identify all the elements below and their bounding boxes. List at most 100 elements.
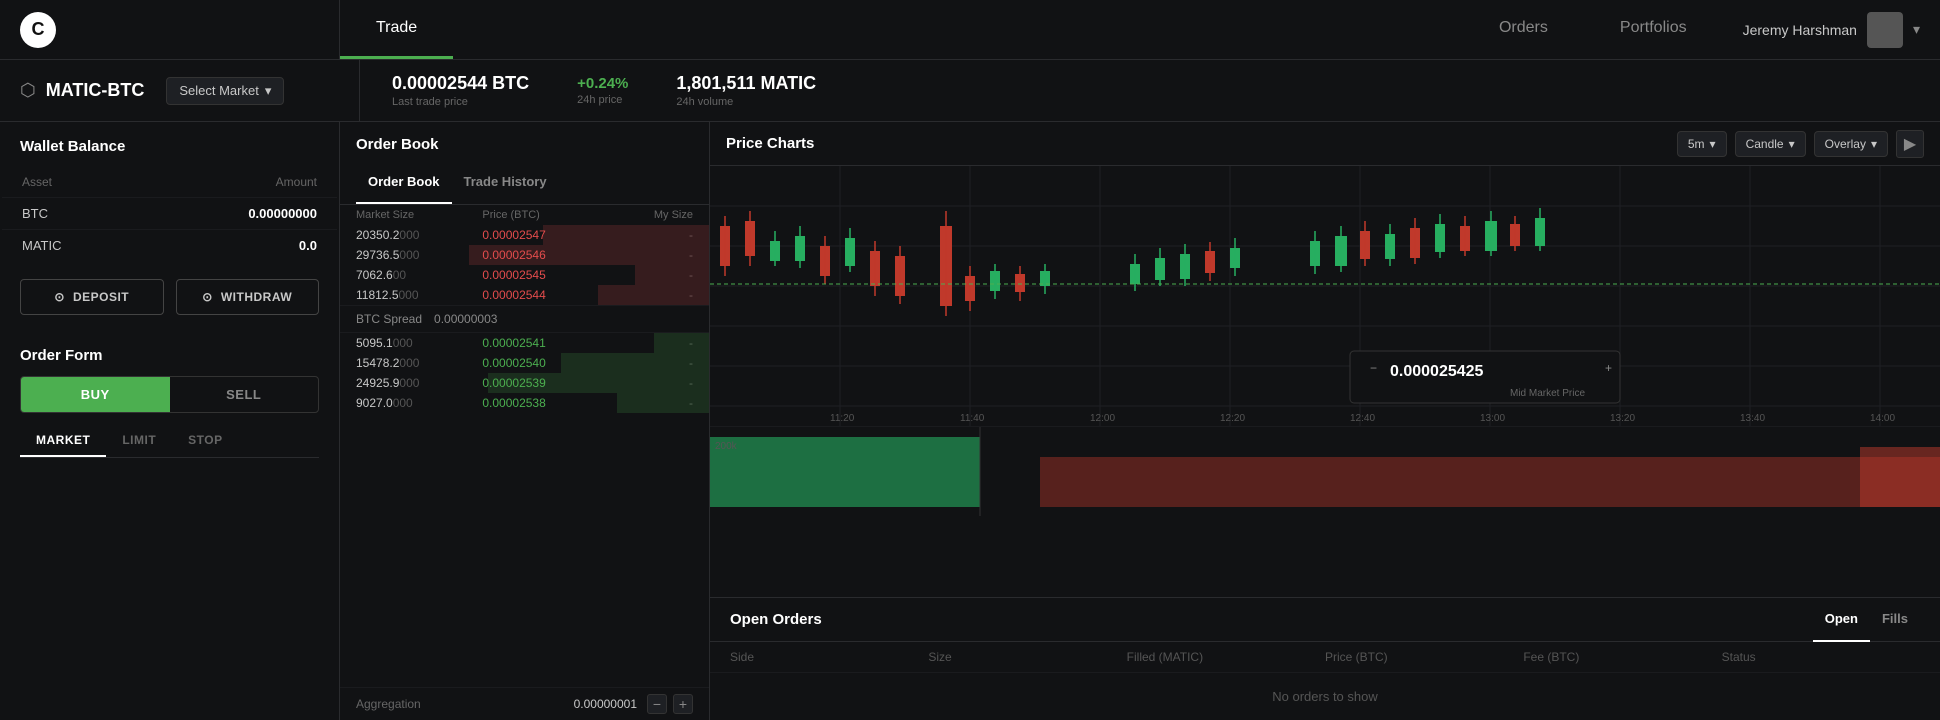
order-type-stop[interactable]: STOP	[172, 425, 238, 457]
order-type-market[interactable]: MARKET	[20, 425, 106, 457]
withdraw-icon: ⊙	[202, 290, 213, 304]
buy-tab[interactable]: BUY	[21, 377, 170, 412]
order-type-tabs: MARKET LIMIT STOP	[20, 425, 319, 458]
spread-value: 0.00000003	[434, 312, 497, 326]
asset-amount-btc: 0.00000000	[170, 206, 318, 221]
svg-text:0.000025425: 0.000025425	[1390, 363, 1484, 380]
select-market-button[interactable]: Select Market ▾	[166, 77, 284, 105]
order-book-title: Order Book	[340, 122, 709, 161]
svg-text:12:40: 12:40	[1350, 413, 1375, 424]
volume-area: 200k 200k	[710, 426, 1940, 516]
bid-row-2[interactable]: 24925.9000 0.00002539 -	[340, 373, 709, 393]
bid-price-0: 0.00002541	[482, 336, 608, 350]
market-chain-icon: ⬡	[20, 80, 36, 101]
tab-portfolios[interactable]: Portfolios	[1584, 0, 1723, 59]
select-market-label: Select Market	[179, 83, 258, 98]
candle-type-label: Candle	[1746, 137, 1784, 151]
svg-text:Mid Market Price: Mid Market Price	[1510, 388, 1585, 399]
tab-trade[interactable]: Trade	[340, 0, 453, 59]
market-logo-area: ⬡ MATIC-BTC Select Market ▾	[20, 60, 360, 121]
user-menu[interactable]: Jeremy Harshman ▾	[1743, 12, 1920, 48]
deposit-button[interactable]: ⊙ DEPOSIT	[20, 279, 164, 315]
timeframe-button[interactable]: 5m ▾	[1677, 131, 1727, 157]
orders-col-filled: Filled (MATIC)	[1127, 650, 1325, 664]
order-type-limit[interactable]: LIMIT	[106, 425, 172, 457]
ask-row-1[interactable]: 29736.5000 0.00002546 -	[340, 245, 709, 265]
volume-chart: 200k 200k	[710, 427, 1940, 516]
volume-label: 24h volume	[676, 96, 816, 108]
bid-row-3[interactable]: 9027.0000 0.00002538 -	[340, 393, 709, 413]
tab-trade-history[interactable]: Trade History	[452, 161, 559, 204]
nav-right: Jeremy Harshman ▾	[1723, 0, 1940, 59]
buy-sell-tabs: BUY SELL	[20, 376, 319, 413]
sell-tab[interactable]: SELL	[170, 377, 319, 412]
chart-header: Price Charts 5m ▾ Candle ▾ Overlay ▾ ▶	[710, 122, 1940, 166]
bid-row-1[interactable]: 15478.2000 0.00002540 -	[340, 353, 709, 373]
orders-col-side: Side	[730, 650, 928, 664]
svg-text:12:00: 12:00	[1090, 413, 1115, 424]
select-market-chevron: ▾	[265, 83, 272, 99]
market-stats: 0.00002544 BTC Last trade price +0.24% 2…	[360, 73, 816, 108]
timeframe-chevron-icon: ▾	[1710, 137, 1716, 151]
asset-row-btc: BTC 0.00000000	[2, 197, 337, 229]
bid-row-0[interactable]: 5095.1000 0.00002541 -	[340, 333, 709, 353]
spread-label: BTC Spread	[356, 312, 422, 326]
candle-chevron-icon: ▾	[1789, 137, 1795, 151]
open-orders-title: Open Orders	[730, 611, 1813, 628]
ask-row-2[interactable]: 7062.600 0.00002545 -	[340, 265, 709, 285]
wallet-balance-title: Wallet Balance	[0, 122, 339, 167]
last-trade-label: Last trade price	[392, 96, 529, 108]
bid-market-3: 9027.0000	[356, 396, 482, 410]
amount-col-header: Amount	[170, 175, 318, 189]
tab-order-book[interactable]: Order Book	[356, 161, 452, 204]
price-change-label: 24h price	[577, 94, 628, 106]
logo-icon[interactable]: C	[20, 12, 56, 48]
ask-market-3: 11812.5000	[356, 288, 482, 302]
open-orders-section: Open Orders Open Fills Side Size Filled …	[710, 597, 1940, 720]
chart-scroll-right[interactable]: ▶	[1896, 130, 1924, 158]
logo-area: C	[0, 0, 340, 59]
price-charts-title: Price Charts	[726, 135, 1669, 152]
aggregation-value: 0.00000001	[574, 697, 637, 711]
avatar	[1867, 12, 1903, 48]
aggregation-increase-button[interactable]: +	[673, 694, 693, 714]
orders-col-status: Status	[1722, 650, 1920, 664]
user-name: Jeremy Harshman	[1743, 22, 1857, 38]
candle-type-button[interactable]: Candle ▾	[1735, 131, 1806, 157]
withdraw-button[interactable]: ⊙ WITHDRAW	[176, 279, 320, 315]
orders-col-size: Size	[928, 650, 1126, 664]
tab-orders[interactable]: Orders	[1463, 0, 1584, 59]
order-book-header: Market Size Price (BTC) My Size	[340, 205, 709, 225]
ob-header-my: My Size	[609, 209, 693, 221]
timeframe-label: 5m	[1688, 137, 1705, 151]
svg-text:+: +	[1605, 361, 1612, 375]
overlay-button[interactable]: Overlay ▾	[1814, 131, 1888, 157]
ask-price-3: 0.00002544	[482, 288, 608, 302]
stat-last-trade: 0.00002544 BTC Last trade price	[392, 73, 529, 108]
ask-rows: 20350.2000 0.00002547 - 29736.5000 0.000…	[340, 225, 709, 305]
volume-value: 1,801,511 MATIC	[676, 73, 816, 94]
orders-table-header: Side Size Filled (MATIC) Price (BTC) Fee…	[710, 642, 1940, 673]
ask-price-2: 0.00002545	[482, 268, 608, 282]
stat-volume: 1,801,511 MATIC 24h volume	[676, 73, 816, 108]
withdraw-label: WITHDRAW	[221, 290, 292, 304]
svg-text:14:00: 14:00	[1870, 413, 1895, 424]
ask-market-2: 7062.600	[356, 268, 482, 282]
tab-fills[interactable]: Fills	[1870, 598, 1920, 642]
spread-row: BTC Spread 0.00000003	[340, 305, 709, 333]
tab-open[interactable]: Open	[1813, 598, 1870, 642]
order-form-title: Order Form	[20, 347, 319, 364]
orders-col-fee: Fee (BTC)	[1523, 650, 1721, 664]
asset-table: Asset Amount BTC 0.00000000 MATIC 0.0	[0, 167, 339, 263]
ask-row-0[interactable]: 20350.2000 0.00002547 -	[340, 225, 709, 245]
bid-market-2: 24925.9000	[356, 376, 482, 390]
nav-tabs: Trade Orders Portfolios	[340, 0, 1723, 59]
ask-market-1: 29736.5000	[356, 248, 482, 262]
aggregation-label: Aggregation	[356, 697, 574, 711]
aggregation-decrease-button[interactable]: −	[647, 694, 667, 714]
overlay-label: Overlay	[1825, 137, 1866, 151]
open-orders-tabs: Open Fills	[1813, 598, 1920, 642]
svg-text:11:40: 11:40	[960, 413, 985, 424]
ask-row-3[interactable]: 11812.5000 0.00002544 -	[340, 285, 709, 305]
aggregation-row: Aggregation 0.00000001 − +	[340, 687, 709, 720]
